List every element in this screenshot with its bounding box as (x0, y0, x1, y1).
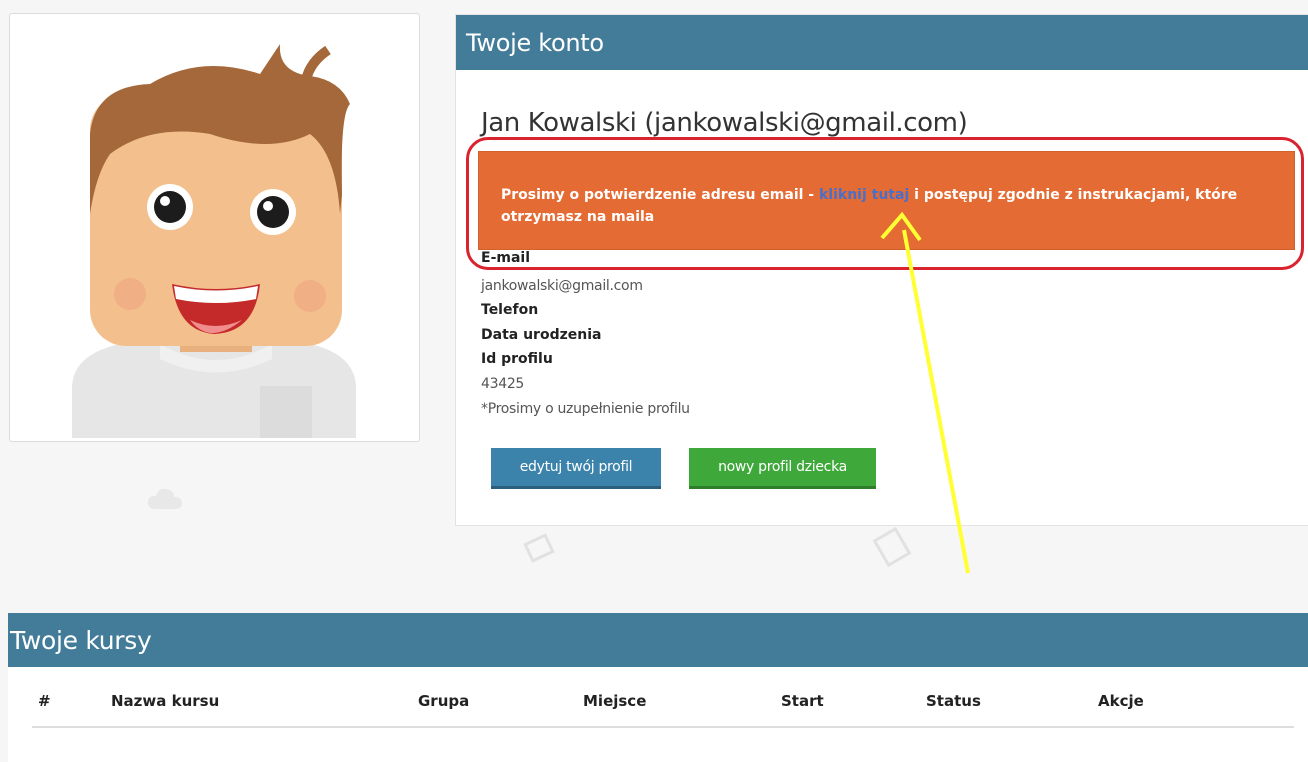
column-header-group: Grupa (418, 692, 470, 710)
table-header-divider (32, 726, 1294, 728)
column-header-start: Start (781, 692, 824, 710)
new-child-profile-button[interactable]: nowy profil dziecka (689, 448, 876, 489)
email-value: jankowalski@gmail.com (481, 278, 643, 294)
email-label: E-mail (481, 250, 531, 266)
column-header-number: # (38, 692, 51, 710)
profile-id-label: Id profilu (481, 351, 553, 367)
column-header-status: Status (926, 692, 981, 710)
envelope-decoration-icon (523, 533, 555, 563)
confirm-email-link[interactable]: kliknij tutaj (819, 187, 909, 203)
column-header-actions: Akcje (1098, 692, 1144, 710)
alert-text-before: Prosimy o potwierdzenie adresu email - (501, 187, 819, 203)
column-header-place: Miejsce (583, 692, 647, 710)
phone-label: Telefon (481, 302, 539, 318)
cloud-decoration-icon (147, 488, 182, 509)
email-confirmation-alert: Prosimy o potwierdzenie adresu email - k… (479, 152, 1294, 249)
courses-panel (8, 667, 1308, 762)
complete-profile-note: *Prosimy o uzupełnienie profilu (481, 401, 690, 417)
user-name-heading: Jan Kowalski (jankowalski@gmail.com) (481, 108, 968, 138)
chip-decoration-icon (872, 526, 912, 568)
column-header-course-name: Nazwa kursu (111, 692, 220, 710)
courses-panel-title: Twoje kursy (8, 613, 1308, 667)
avatar (72, 44, 356, 438)
profile-id-value: 43425 (481, 376, 525, 392)
edit-profile-button[interactable]: edytuj twój profil (491, 448, 661, 489)
avatar-card (9, 13, 420, 442)
account-panel-title: Twoje konto (456, 15, 1308, 70)
birthdate-label: Data urodzenia (481, 327, 602, 343)
